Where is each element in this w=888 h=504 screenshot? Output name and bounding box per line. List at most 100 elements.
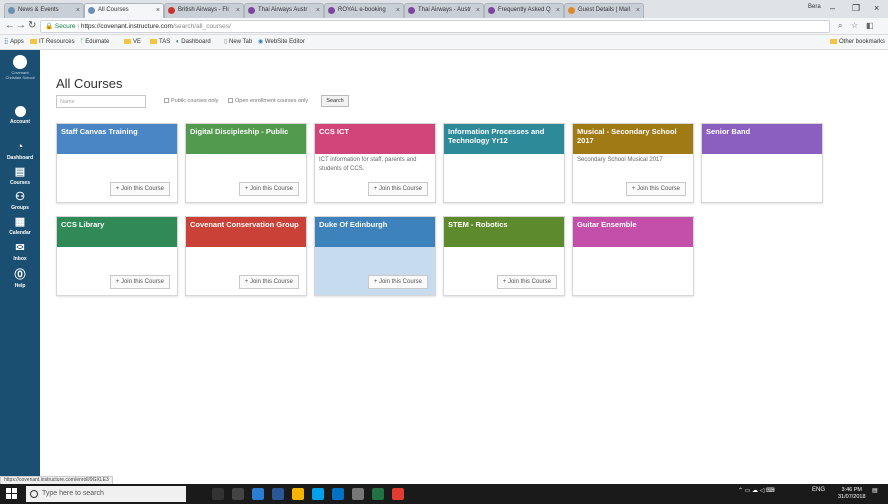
course-card[interactable]: Staff Canvas Training + Join this Course [56, 123, 178, 203]
url-path: /search/all_courses/ [172, 23, 231, 30]
folder-icon [30, 39, 37, 44]
forward-icon[interactable]: → [16, 20, 26, 31]
notification-icon[interactable]: ▤ [872, 487, 878, 494]
join-course-button[interactable]: + Join this Course [109, 182, 170, 196]
word-icon[interactable] [272, 488, 284, 500]
course-card[interactable]: CCS Library + Join this Course [56, 216, 178, 296]
course-card[interactable]: Duke Of Edinburgh + Join this Course [314, 216, 436, 296]
browser-tab-royal-ebooking[interactable]: ROYAL e-booking × [324, 3, 404, 18]
course-card-description: Secondary School Musical 2017 [577, 157, 663, 163]
clock[interactable]: 3:46 PM 31/07/2018 [838, 487, 866, 501]
app-icon[interactable] [352, 488, 364, 500]
nav-account[interactable]: Account [0, 106, 40, 125]
course-card-title[interactable]: Digital Discipleship - Public [186, 124, 306, 154]
groups-icon: ⚇ [15, 191, 25, 203]
nav-calendar[interactable]: ▦ Calendar [0, 216, 40, 236]
window-close-icon[interactable]: × [874, 3, 879, 13]
browser-tab-all-courses[interactable]: All Courses × [84, 3, 164, 18]
browser-tab-faq[interactable]: Frequently Asked Q × [484, 3, 564, 18]
bookmark-other[interactable]: Other bookmarks [830, 35, 885, 50]
open-enrollment-checkbox[interactable]: Open enrollment courses only [228, 98, 308, 104]
bookmark-ve[interactable]: VE [124, 35, 141, 50]
bookmark-new-tab[interactable]: ▯ New Tab [224, 35, 252, 50]
task-view-icon[interactable] [232, 488, 244, 500]
nav-help[interactable]: ⓪ Help [0, 269, 40, 289]
course-card-title[interactable]: CCS Library [57, 217, 177, 247]
course-card-title[interactable]: Information Processes and Technology Yr1… [444, 124, 564, 154]
nav-inbox[interactable]: ✉ Inbox [0, 242, 40, 262]
tray-icons[interactable]: ⌃ ▭ ☁ ◁ ⌨ [738, 487, 775, 494]
browser-tab-thai-airways[interactable]: Thai Airways Austr × [244, 3, 324, 18]
course-card-title[interactable]: Guitar Ensemble [573, 217, 693, 247]
chrome-icon[interactable] [292, 488, 304, 500]
course-card[interactable]: CCS ICT ICT information for staff, parent… [314, 123, 436, 203]
extension-icon[interactable]: ◧ [866, 21, 874, 30]
join-course-button[interactable]: + Join this Course [238, 182, 299, 196]
browser-tab-british-airways[interactable]: British Airways - Fli × [164, 3, 244, 18]
taskbar-search[interactable]: Type here to search [26, 486, 186, 502]
search-button[interactable]: Search [321, 95, 349, 107]
course-card-title[interactable]: Covenant Conservation Group [186, 217, 306, 247]
bookmark-apps[interactable]: ⣿ Apps [4, 35, 24, 50]
restore-icon[interactable]: ❐ [852, 3, 860, 14]
bookmark-tas[interactable]: TAS [150, 35, 170, 50]
profile-badge[interactable]: Bera [808, 4, 821, 10]
skype-icon[interactable] [312, 488, 324, 500]
bookmark-it-resources[interactable]: IT Resources [30, 35, 75, 50]
browser-tab-guest-details[interactable]: Guest Details | Mail × [564, 3, 644, 18]
course-card[interactable]: Senior Band [701, 123, 823, 203]
course-card[interactable]: Covenant Conservation Group + Join this C… [185, 216, 307, 296]
join-course-button[interactable]: + Join this Course [496, 275, 557, 289]
browser-tab-news[interactable]: News & Events × [4, 3, 84, 18]
bookmark-edumate[interactable]: ᛉ Edumate [80, 35, 109, 50]
excel-icon[interactable] [372, 488, 384, 500]
close-icon[interactable]: × [76, 4, 80, 17]
close-icon[interactable]: × [156, 4, 160, 17]
reload-icon[interactable]: ↻ [28, 20, 36, 31]
store-icon[interactable] [332, 488, 344, 500]
close-icon[interactable]: × [636, 4, 640, 17]
mic-icon[interactable] [212, 488, 224, 500]
school-logo[interactable]: Covenant Christian School [5, 55, 35, 85]
close-icon[interactable]: × [316, 4, 320, 17]
course-card-title[interactable]: Senior Band [702, 124, 822, 154]
course-card-title[interactable]: Staff Canvas Training [57, 124, 177, 154]
course-card[interactable]: Musical - Secondary School 2017 Secondary… [572, 123, 694, 203]
back-icon[interactable]: ← [5, 20, 15, 31]
nav-courses[interactable]: ▤ Courses [0, 166, 40, 186]
course-search-input[interactable] [56, 95, 146, 108]
course-card-title[interactable]: STEM - Robotics [444, 217, 564, 247]
url-field[interactable]: 🔒 Secure | https://covenant.instructure.… [40, 20, 830, 33]
dashboard-icon: ◐ [176, 39, 180, 45]
nav-groups[interactable]: ⚇ Groups [0, 191, 40, 211]
app-icon[interactable] [392, 488, 404, 500]
close-icon[interactable]: × [236, 4, 240, 17]
minimize-icon[interactable]: – [830, 3, 835, 13]
zoom-icon[interactable]: ⌕ [838, 21, 842, 31]
windows-start-icon[interactable] [6, 488, 18, 500]
course-card-title[interactable]: Duke Of Edinburgh [315, 217, 435, 247]
public-only-checkbox[interactable]: Public courses only [164, 98, 218, 104]
join-course-button[interactable]: + Join this Course [367, 275, 428, 289]
browser-tab-thai-airways-2[interactable]: Thai Airways - Austr × [404, 3, 484, 18]
join-course-button[interactable]: + Join this Course [367, 182, 428, 196]
course-card[interactable]: Guitar Ensemble [572, 216, 694, 296]
course-card[interactable]: STEM - Robotics + Join this Course [443, 216, 565, 296]
favicon-icon [408, 7, 415, 14]
course-card[interactable]: Information Processes and Technology Yr1… [443, 123, 565, 203]
close-icon[interactable]: × [476, 4, 480, 17]
join-course-button[interactable]: + Join this Course [625, 182, 686, 196]
join-course-button[interactable]: + Join this Course [109, 275, 170, 289]
star-icon[interactable]: ☆ [851, 21, 858, 30]
course-card-title[interactable]: CCS ICT [315, 124, 435, 154]
nav-dashboard[interactable]: ◔ Dashboard [0, 141, 40, 161]
close-icon[interactable]: × [556, 4, 560, 17]
close-icon[interactable]: × [396, 4, 400, 17]
language-indicator[interactable]: ENG [812, 487, 825, 493]
join-course-button[interactable]: + Join this Course [238, 275, 299, 289]
bookmark-website-editor[interactable]: ◉ WebSite Editor [258, 35, 305, 50]
course-card[interactable]: Digital Discipleship - Public + Join this… [185, 123, 307, 203]
bookmark-dashboard[interactable]: ◐ Dashboard [176, 35, 211, 50]
course-card-title[interactable]: Musical - Secondary School 2017 [573, 124, 693, 154]
outlook-icon[interactable] [252, 488, 264, 500]
